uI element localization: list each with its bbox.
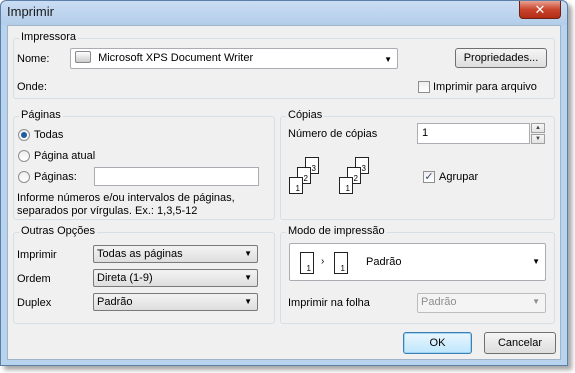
ok-button[interactable]: OK (403, 332, 472, 354)
collate-illustration: 3 2 1 3 2 1 (289, 155, 399, 211)
pages-per-sheet-select[interactable]: Padrão ▼ (417, 293, 546, 313)
checkmark-icon: ✓ (424, 171, 434, 183)
pages-group: Páginas Todas Página atual Páginas: Info… (13, 109, 275, 220)
chevron-down-icon: ▼ (532, 297, 540, 306)
dialog-body: Impressora Nome: Microsoft XPS Document … (7, 25, 561, 360)
order-select[interactable]: Direta (1-9) ▼ (93, 269, 258, 287)
spin-up-button[interactable]: ▲ (531, 123, 545, 133)
print-mode-group: Modo de impressão 1 › 1 Padrão ▼ Imprimi… (280, 225, 555, 324)
copies-count-label: Número de cópias (288, 128, 378, 140)
printer-group: Impressora Nome: Microsoft XPS Document … (13, 31, 555, 99)
close-button[interactable]: ✕ (519, 1, 561, 19)
copies-count-input[interactable]: 1 (417, 123, 530, 144)
spin-down-button[interactable]: ▼ (531, 134, 545, 144)
pages-per-sheet-value: Padrão (421, 296, 457, 308)
order-value: Direta (1-9) (97, 272, 153, 284)
collate-label: Agrupar (439, 171, 479, 183)
page-icon: 1 (334, 252, 348, 274)
duplex-label: Duplex (17, 297, 52, 309)
title-bar[interactable]: Imprimir ✕ (1, 1, 567, 25)
arrow-right-icon: › (321, 256, 325, 267)
pages-current-label: Página atual (34, 150, 96, 162)
chevron-down-icon: ▼ (244, 273, 252, 282)
pages-hint-line1: Informe números e/ou intervalos de págin… (17, 192, 235, 204)
pages-all-label: Todas (34, 129, 64, 141)
printer-name-label: Nome: (17, 53, 50, 65)
duplex-value: Padrão (97, 296, 133, 308)
pages-range-input[interactable] (94, 167, 259, 186)
print-mode-value: Padrão (366, 256, 402, 268)
chevron-up-icon: ▲ (535, 125, 541, 131)
pages-group-label: Páginas (19, 109, 63, 121)
pages-all-radio[interactable] (18, 129, 30, 141)
chevron-down-icon: ▼ (384, 55, 392, 64)
chevron-down-icon: ▼ (535, 136, 541, 142)
copies-group: Cópias Número de cópias 1 ▲ ▼ 3 2 1 3 2 … (280, 109, 555, 220)
print-range-label: Imprimir (17, 249, 57, 261)
printer-name-value: Microsoft XPS Document Writer (98, 52, 254, 64)
print-to-file-checkbox[interactable] (418, 81, 430, 93)
printer-icon (75, 51, 91, 63)
page-icon: 1 (300, 252, 314, 274)
page-icon: 1 (289, 177, 303, 194)
order-label: Ordem (17, 273, 51, 285)
collate-checkbox[interactable]: ✓ (423, 171, 435, 183)
print-mode-select[interactable]: 1 › 1 Padrão ▼ (289, 243, 546, 281)
chevron-down-icon: ▼ (244, 297, 252, 306)
page-icon: 1 (339, 177, 353, 194)
properties-button[interactable]: Propriedades... (455, 48, 547, 68)
print-to-file-label: Imprimir para arquivo (433, 81, 537, 93)
close-icon: ✕ (534, 2, 546, 17)
printer-where-label: Onde: (17, 81, 47, 93)
pages-range-radio[interactable] (18, 171, 30, 183)
print-dialog-window: Imprimir ✕ Impressora Nome: Microsoft XP… (0, 0, 568, 366)
chevron-down-icon: ▼ (532, 257, 540, 266)
print-mode-group-label: Modo de impressão (286, 225, 387, 237)
pages-current-radio[interactable] (18, 150, 30, 162)
cancel-button[interactable]: Cancelar (484, 332, 556, 354)
printer-name-select[interactable]: Microsoft XPS Document Writer ▼ (70, 48, 398, 69)
window-title: Imprimir (7, 4, 54, 19)
print-range-value: Todas as páginas (97, 248, 183, 260)
printer-group-label: Impressora (19, 31, 79, 43)
other-options-group-label: Outras Opções (19, 225, 97, 237)
chevron-down-icon: ▼ (244, 249, 252, 258)
pages-hint-line2: separados por vírgulas. Ex.: 1,3,5-12 (17, 205, 198, 217)
copies-group-label: Cópias (286, 109, 325, 121)
pages-range-label: Páginas: (34, 171, 77, 183)
print-range-select[interactable]: Todas as páginas ▼ (93, 245, 258, 263)
other-options-group: Outras Opções Imprimir Todas as páginas … (13, 225, 275, 324)
pages-per-sheet-label: Imprimir na folha (288, 297, 370, 309)
copies-count-value: 1 (422, 127, 429, 139)
duplex-select[interactable]: Padrão ▼ (93, 293, 258, 311)
